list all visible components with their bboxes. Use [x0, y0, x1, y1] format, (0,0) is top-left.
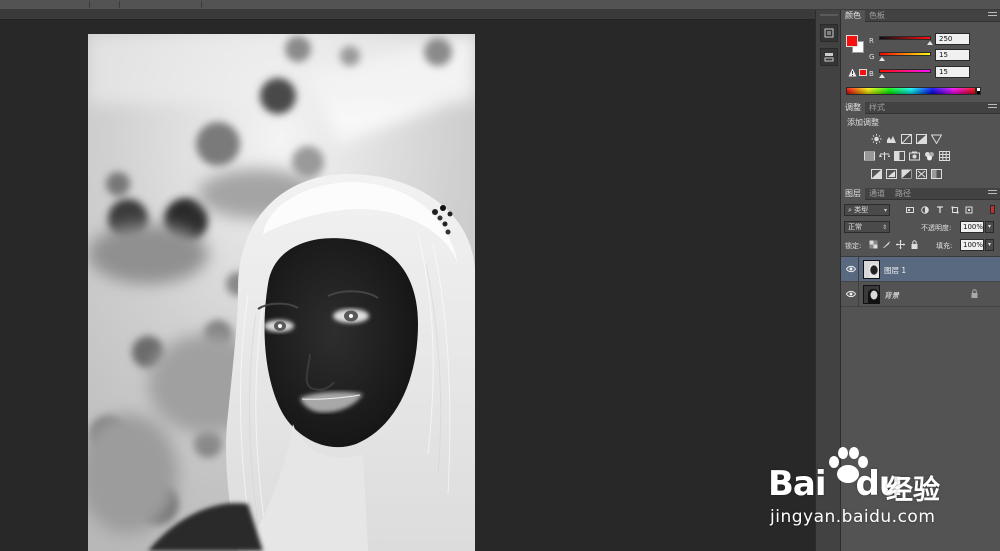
watermark-cn-text: 经验	[886, 475, 940, 506]
layer-filter-kind-select[interactable]: ⌕ 类型 ▾	[844, 204, 890, 216]
fill-label: 填充:	[936, 242, 953, 250]
layer-lock-icon[interactable]	[971, 289, 978, 298]
history-panel-button[interactable]	[820, 24, 838, 42]
channel-mixer-icon[interactable]	[924, 151, 935, 161]
color-balance-icon[interactable]	[879, 151, 890, 161]
channel-label: R	[869, 37, 874, 45]
lock-transparent-pixels-icon[interactable]	[869, 240, 878, 249]
baidu-jingyan-watermark: Bai du 经验 jingyan.baidu.com	[768, 444, 1000, 551]
layer-separator	[858, 282, 859, 307]
add-adjustment-label: 添加调整	[847, 118, 879, 127]
channel-label: B	[869, 70, 874, 78]
posterize-icon[interactable]	[886, 169, 897, 179]
lock-label: 锁定:	[845, 242, 862, 250]
color-panel-menu-icon[interactable]	[988, 12, 997, 19]
fill-input[interactable]: 100%	[960, 239, 984, 251]
channel-value-input[interactable]: 250	[935, 33, 970, 45]
color-lookup-icon[interactable]	[939, 151, 950, 161]
fill-slider-toggle[interactable]: ▾	[985, 239, 994, 251]
layer-name[interactable]: 背景	[884, 290, 899, 301]
chevron-updown-icon: ⇕	[881, 224, 887, 231]
layer-thumbnail	[863, 260, 880, 279]
layer-name[interactable]: 图层 1	[884, 265, 906, 276]
black-white-icon[interactable]	[894, 151, 905, 161]
layer-filter-toggle[interactable]	[990, 205, 995, 214]
black-white-swatch[interactable]	[976, 87, 981, 95]
exposure-icon[interactable]	[916, 134, 927, 144]
gradient-map-icon[interactable]	[931, 169, 942, 179]
options-bar-segment[interactable]	[30, 1, 90, 8]
layers-panel-menu-icon[interactable]	[988, 190, 997, 197]
color-spectrum-bar[interactable]	[846, 87, 976, 95]
hue-saturation-icon[interactable]	[864, 151, 875, 161]
options-bar-segment[interactable]	[172, 1, 202, 8]
visibility-eye-icon[interactable]	[846, 265, 856, 273]
tab-styles[interactable]: 样式	[865, 102, 889, 114]
opacity-input[interactable]: 100%	[960, 221, 984, 233]
curves-icon[interactable]	[901, 134, 912, 144]
properties-icon	[824, 53, 834, 62]
opacity-label: 不透明度:	[921, 224, 952, 232]
channel-slider-track[interactable]	[879, 52, 931, 56]
channel-label: G	[869, 53, 875, 61]
adjustments-panel-menu-icon[interactable]	[988, 104, 997, 111]
pixel-layer-filter-icon[interactable]	[906, 206, 914, 214]
photo-filter-icon[interactable]	[909, 151, 920, 161]
brightness-icon[interactable]	[871, 134, 882, 144]
watermark-url: jingyan.baidu.com	[770, 507, 936, 527]
selective-color-icon[interactable]	[916, 169, 927, 179]
blend-mode-select[interactable]: 正常 ⇕	[844, 221, 890, 233]
opacity-slider-toggle[interactable]: ▾	[985, 221, 994, 233]
tab-color[interactable]: 颜色	[841, 10, 865, 22]
options-bar-segment[interactable]	[92, 1, 120, 8]
history-icon	[824, 28, 834, 38]
lock-position-icon[interactable]	[896, 240, 905, 249]
layer-filter-row: ⌕ 类型 ▾	[844, 203, 997, 217]
color-panel-header: 颜色 色板	[841, 10, 1000, 22]
channel-slider-thumb[interactable]	[879, 74, 886, 78]
inverted-portrait-image	[88, 34, 475, 551]
gamut-warning-swatch[interactable]	[859, 69, 867, 76]
visibility-eye-icon[interactable]	[846, 290, 856, 298]
smart-object-filter-icon[interactable]	[965, 206, 973, 214]
adjustment-layer-filter-icon[interactable]	[921, 206, 929, 214]
tab-adjustments[interactable]: 调整	[841, 102, 865, 114]
watermark-logo-text: Bai du	[768, 464, 903, 504]
channel-slider-track[interactable]	[879, 36, 931, 40]
dock-grip[interactable]	[820, 14, 838, 16]
layer-separator	[858, 257, 859, 282]
options-bar	[0, 0, 1000, 10]
shape-layer-filter-icon[interactable]	[951, 206, 959, 214]
type-layer-filter-icon[interactable]	[936, 206, 944, 214]
lock-all-icon[interactable]	[910, 240, 919, 249]
channel-slider-thumb[interactable]	[879, 57, 886, 61]
foreground-color-swatch[interactable]	[846, 35, 858, 47]
channel-value-input[interactable]: 15	[935, 49, 970, 61]
properties-panel-button[interactable]	[820, 48, 838, 66]
layer-thumbnail	[863, 285, 880, 304]
document-canvas[interactable]	[88, 34, 475, 551]
layer-row[interactable]: 背景	[841, 282, 1000, 307]
blend-mode-value: 正常	[848, 223, 862, 231]
channel-slider-thumb[interactable]	[926, 41, 933, 45]
document-tab-bar	[0, 10, 815, 20]
chevron-down-icon: ▾	[883, 207, 887, 214]
adjustments-panel-header: 调整 样式	[841, 102, 1000, 114]
tab-channels[interactable]: 通道	[865, 188, 889, 200]
lock-image-pixels-icon[interactable]	[882, 240, 891, 249]
threshold-icon[interactable]	[901, 169, 912, 179]
tab-layers[interactable]: 图层	[841, 188, 865, 200]
invert-icon[interactable]	[871, 169, 882, 179]
vibrance-triangle-icon[interactable]	[931, 134, 942, 144]
levels-icon[interactable]	[886, 134, 897, 144]
channel-value-input[interactable]: 15	[935, 66, 970, 78]
tab-swatches[interactable]: 色板	[865, 10, 889, 22]
layer-row[interactable]: 图层 1	[841, 257, 1000, 282]
layers-panel-header: 图层 通道 路径	[841, 188, 1000, 200]
channel-slider-track[interactable]	[879, 69, 931, 73]
tab-paths[interactable]: 路径	[891, 188, 915, 200]
gamut-warning-icon[interactable]	[848, 68, 857, 77]
filter-kind-value: 类型	[854, 206, 869, 214]
